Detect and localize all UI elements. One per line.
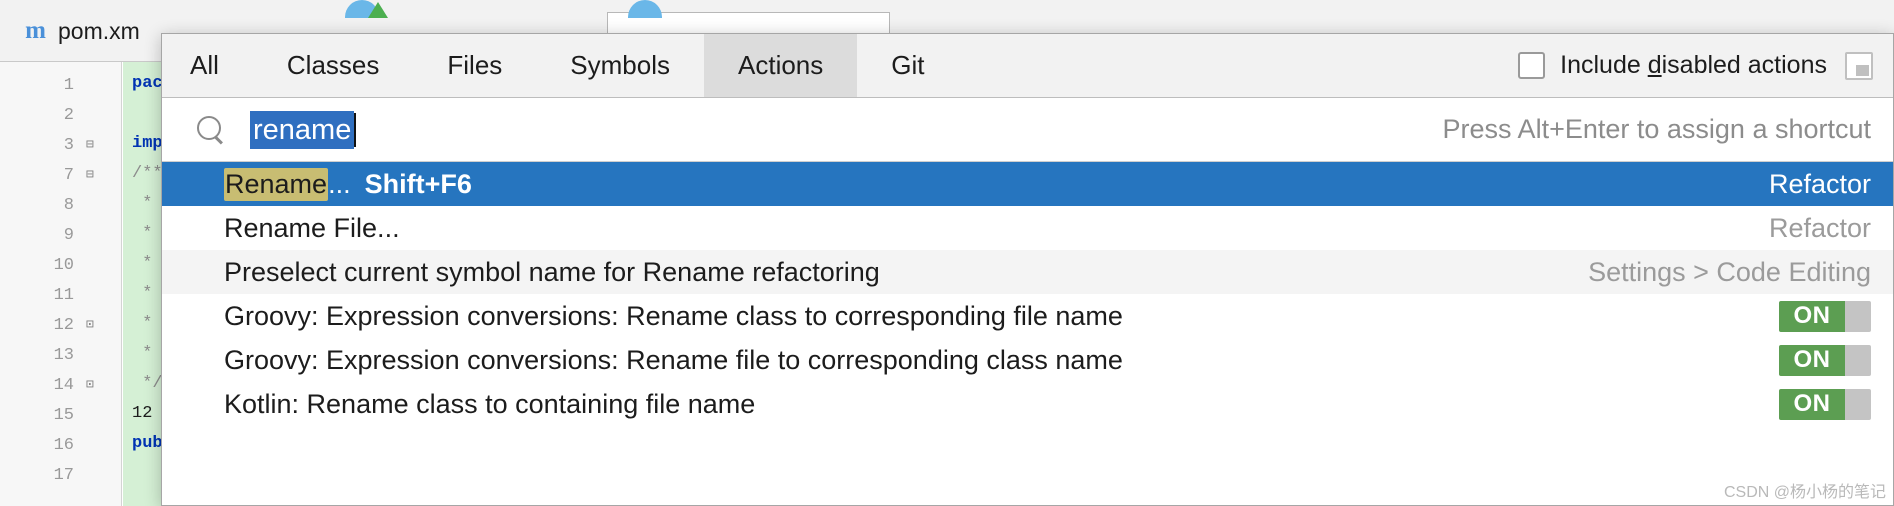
- header-right-controls: Include disabled actions: [1518, 34, 1893, 97]
- search-results-list: Rename... Shift+F6 Refactor Rename File..…: [162, 162, 1893, 426]
- code-line: *: [132, 314, 163, 333]
- toggle-state-label: ON: [1779, 300, 1845, 332]
- code-fold-icon[interactable]: ⊡: [86, 378, 100, 392]
- result-title-suffix: Rename File...: [224, 212, 400, 243]
- result-group-label: Settings > Code Editing: [1588, 256, 1871, 287]
- tab-classes[interactable]: Classes: [253, 34, 413, 97]
- code-line: *: [132, 224, 163, 243]
- result-title-suffix: Preselect current symbol name for Rename…: [224, 256, 880, 287]
- line-number: 3: [63, 136, 74, 155]
- code-line: *: [132, 284, 163, 303]
- result-toggle-switch[interactable]: ON: [1779, 344, 1871, 376]
- list-item[interactable]: Rename... Shift+F6 Refactor: [162, 162, 1893, 206]
- result-title-suffix: Kotlin: Rename class to containing file …: [224, 388, 756, 419]
- code-line: *: [132, 254, 163, 273]
- result-title: Preselect current symbol name for Rename…: [224, 257, 880, 288]
- line-number: 14: [53, 376, 74, 395]
- code-line: pub: [132, 434, 163, 453]
- line-number: 10: [53, 256, 74, 275]
- line-number: 2: [63, 106, 74, 125]
- text-caret: [354, 112, 357, 147]
- result-shortcut: Shift+F6: [364, 168, 472, 199]
- include-disabled-actions-label: Include disabled actions: [1560, 51, 1827, 79]
- tab-git[interactable]: Git: [857, 34, 958, 97]
- toggle-knob: [1845, 344, 1871, 376]
- code-line: pac: [132, 74, 163, 93]
- toggle-state-label: ON: [1779, 388, 1845, 420]
- tab-actions[interactable]: Actions: [704, 34, 858, 97]
- result-group-label: Refactor: [1768, 212, 1871, 243]
- editor-tab-pom-xml[interactable]: m pom.xm: [22, 18, 140, 45]
- list-item[interactable]: Preselect current symbol name for Rename…: [162, 250, 1893, 294]
- line-number: 8: [63, 196, 74, 215]
- line-number: 12: [53, 316, 74, 335]
- result-title: Groovy: Expression conversions: Rename c…: [224, 301, 1123, 332]
- list-item[interactable]: Rename File... Refactor: [162, 206, 1893, 250]
- search-scope-tabs: All Classes Files Symbols Actions Git: [162, 34, 959, 97]
- editor-line-numbers: 1 2 3 7 8 9 10 11 12 13 14 15 16 17 ⊟ ⊟ …: [0, 62, 122, 506]
- shortcut-assign-hint: Press Alt+Enter to assign a shortcut: [1442, 114, 1871, 144]
- code-line: *: [132, 344, 163, 363]
- code-line: imp: [132, 134, 163, 153]
- result-title-suffix: ...: [328, 168, 351, 199]
- watermark: CSDN @杨小杨的笔记: [1723, 484, 1886, 501]
- list-item[interactable]: Groovy: Expression conversions: Rename c…: [162, 294, 1893, 338]
- line-number: 13: [53, 346, 74, 365]
- result-toggle-switch[interactable]: ON: [1779, 300, 1871, 332]
- editor-tab-label: pom.xm: [58, 18, 140, 44]
- search-input-row[interactable]: rename Press Alt+Enter to assign a short…: [162, 98, 1893, 162]
- tab-all[interactable]: All: [162, 34, 253, 97]
- match-highlight: Rename: [224, 167, 329, 201]
- result-title: Groovy: Expression conversions: Rename f…: [224, 345, 1123, 376]
- result-toggle-switch[interactable]: ON: [1779, 388, 1871, 420]
- line-number: 17: [53, 466, 74, 485]
- result-title: Kotlin: Rename class to containing file …: [224, 389, 755, 420]
- code-line: *: [132, 194, 163, 213]
- result-title: Rename... Shift+F6: [224, 167, 472, 201]
- code-line: */: [132, 374, 163, 393]
- code-fold-icon[interactable]: ⊡: [86, 318, 100, 332]
- line-number: 7: [63, 166, 74, 185]
- code-line: /**: [132, 164, 163, 183]
- result-title-suffix: Groovy: Expression conversions: Rename f…: [224, 344, 1123, 375]
- line-number: 11: [53, 286, 74, 305]
- list-item[interactable]: Groovy: Expression conversions: Rename f…: [162, 338, 1893, 382]
- search-input[interactable]: rename: [250, 110, 355, 149]
- include-disabled-actions-checkbox[interactable]: [1518, 52, 1546, 79]
- search-icon: [196, 115, 226, 145]
- pin-window-icon[interactable]: [1845, 51, 1873, 80]
- toggle-state-label: ON: [1779, 344, 1845, 376]
- toggle-knob: [1845, 388, 1871, 420]
- tab-files[interactable]: Files: [413, 34, 536, 97]
- include-disabled-actions-checkbox-group[interactable]: Include disabled actions: [1518, 51, 1827, 80]
- code-fold-icon[interactable]: ⊟: [86, 138, 100, 152]
- screenshot-root: m pom.xm 1 2 3 7 8 9 10 11 12 13 14 15 1…: [0, 0, 1894, 506]
- list-item[interactable]: Kotlin: Rename class to containing file …: [162, 382, 1893, 426]
- line-number: 15: [53, 406, 74, 425]
- search-everywhere-header: All Classes Files Symbols Actions Git In…: [162, 34, 1893, 98]
- toggle-knob: [1845, 300, 1871, 332]
- result-title-suffix: Groovy: Expression conversions: Rename c…: [224, 300, 1123, 331]
- result-group-label: Refactor: [1768, 168, 1871, 199]
- maven-file-icon: m: [25, 17, 46, 44]
- search-everywhere-dialog: All Classes Files Symbols Actions Git In…: [161, 33, 1894, 506]
- code-fold-icon[interactable]: ⊟: [86, 168, 100, 182]
- line-number: 9: [63, 226, 74, 245]
- breadcrumb-arrow-icon: [368, 2, 388, 18]
- tab-symbols[interactable]: Symbols: [536, 34, 704, 97]
- result-title: Rename File...: [224, 213, 400, 244]
- line-number: 1: [63, 76, 74, 95]
- line-number: 16: [53, 436, 74, 455]
